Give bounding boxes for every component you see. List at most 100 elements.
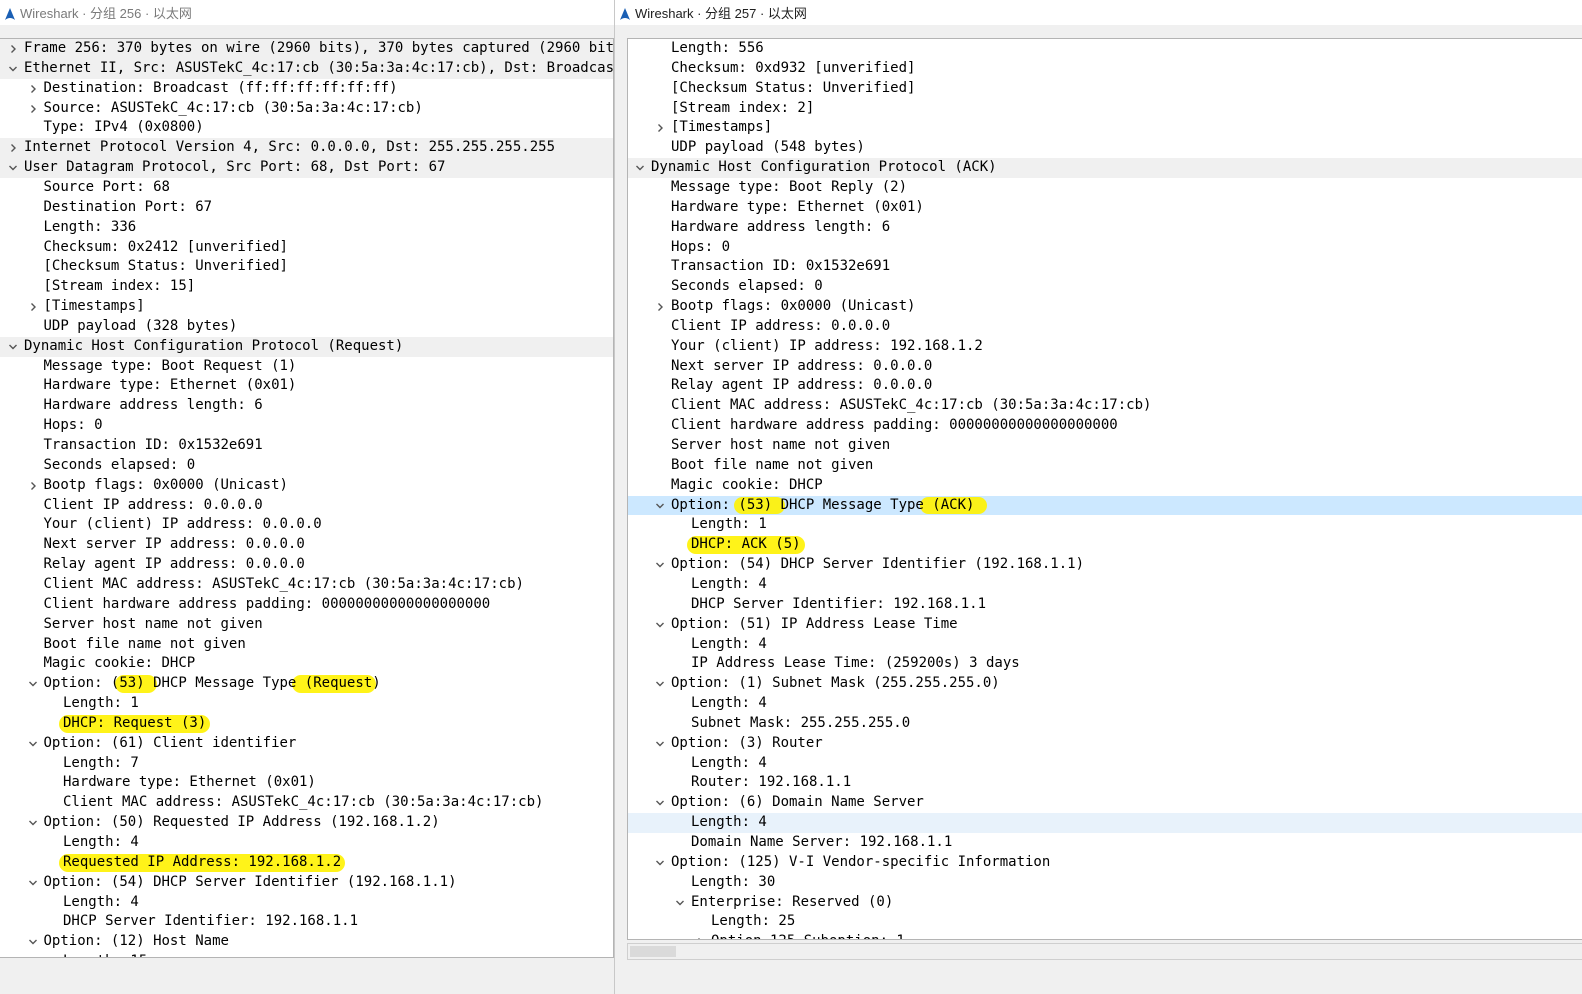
tree-row[interactable]: DHCP Server Identifier: 192.168.1.1	[628, 595, 1582, 615]
tree-row[interactable]: Server host name not given	[628, 436, 1582, 456]
protocol-header-row[interactable]: Dynamic Host Configuration Protocol (ACK…	[628, 158, 1582, 178]
tree-row[interactable]: Domain Name Server: 192.168.1.1	[628, 833, 1582, 853]
protocol-header-row[interactable]: Dynamic Host Configuration Protocol (Req…	[0, 336, 613, 357]
tree-row[interactable]: Client MAC address: ASUSTekC_4c:17:cb (3…	[628, 396, 1582, 416]
tree-row[interactable]: Router: 192.168.1.1	[628, 773, 1582, 793]
tree-row[interactable]: Next server IP address: 0.0.0.0	[0, 535, 613, 555]
tree-row[interactable]: Option: (125) V-I Vendor-specific Inform…	[628, 853, 1582, 873]
tree-row[interactable]: Length: 336	[0, 218, 613, 238]
tree-row[interactable]: Relay agent IP address: 0.0.0.0	[628, 376, 1582, 396]
tree-row[interactable]: Relay agent IP address: 0.0.0.0	[0, 555, 613, 575]
tree-row[interactable]: Option: (3) Router	[628, 734, 1582, 754]
tree-row[interactable]: Length: 4	[628, 754, 1582, 774]
tree-row[interactable]: Hops: 0	[628, 238, 1582, 258]
tree-row[interactable]: Message type: Boot Request (1)	[0, 357, 613, 377]
protocol-header-row[interactable]: Ethernet II, Src: ASUSTekC_4c:17:cb (30:…	[0, 58, 613, 79]
tree-row[interactable]: Client hardware address padding: 0000000…	[628, 416, 1582, 436]
tree-row[interactable]: DHCP: Request (3)	[0, 714, 613, 734]
tree-row[interactable]: Magic cookie: DHCP	[628, 476, 1582, 496]
scrollbar-thumb[interactable]	[630, 946, 676, 957]
chevron-right-icon[interactable]	[655, 297, 665, 317]
tree-row[interactable]: Requested IP Address: 192.168.1.2	[0, 853, 613, 873]
tree-row[interactable]: [Timestamps]	[628, 118, 1582, 138]
tree-row[interactable]: Destination: Broadcast (ff:ff:ff:ff:ff:f…	[0, 79, 613, 99]
tree-row[interactable]: Client MAC address: ASUSTekC_4c:17:cb (3…	[0, 793, 613, 813]
tree-row[interactable]: Transaction ID: 0x1532e691	[0, 436, 613, 456]
tree-row[interactable]: Hardware address length: 6	[0, 396, 613, 416]
tree-row[interactable]: Hardware type: Ethernet (0x01)	[0, 376, 613, 396]
chevron-down-icon[interactable]	[655, 496, 665, 516]
tree-row[interactable]: Hardware address length: 6	[628, 218, 1582, 238]
tree-row[interactable]: Length: 4	[0, 833, 613, 853]
tree-row[interactable]: Option: (54) DHCP Server Identifier (192…	[628, 555, 1582, 575]
chevron-right-icon[interactable]	[28, 476, 38, 496]
tree-row[interactable]: Your (client) IP address: 192.168.1.2	[628, 337, 1582, 357]
tree-row[interactable]: Length: 4	[628, 575, 1582, 595]
tree-row[interactable]: Server host name not given	[0, 615, 613, 635]
tree-row[interactable]: Enterprise: Reserved (0)	[628, 893, 1582, 913]
tree-row[interactable]: Hardware type: Ethernet (0x01)	[0, 773, 613, 793]
tree-row[interactable]: [Checksum Status: Unverified]	[628, 79, 1582, 99]
chevron-right-icon[interactable]	[28, 297, 38, 317]
tree-row[interactable]: Length: 4	[0, 893, 613, 913]
tree-row[interactable]: Option: (1) Subnet Mask (255.255.255.0)	[628, 674, 1582, 694]
tree-row[interactable]: Client IP address: 0.0.0.0	[628, 317, 1582, 337]
tree-row[interactable]: DHCP: ACK (5)	[628, 535, 1582, 555]
tree-row[interactable]: Length: 15	[0, 952, 613, 957]
tree-row[interactable]: Length: 1	[628, 515, 1582, 535]
chevron-right-icon[interactable]	[28, 79, 38, 99]
tree-row[interactable]: Bootp flags: 0x0000 (Unicast)	[628, 297, 1582, 317]
tree-row[interactable]: Destination Port: 67	[0, 198, 613, 218]
tree-row[interactable]: [Checksum Status: Unverified]	[0, 257, 613, 277]
tree-row[interactable]: Length: 1	[0, 694, 613, 714]
tree-row[interactable]: UDP payload (328 bytes)	[0, 317, 613, 337]
tree-row[interactable]: Option: (54) DHCP Server Identifier (192…	[0, 873, 613, 893]
tree-row[interactable]: Option: (50) Requested IP Address (192.1…	[0, 813, 613, 833]
tree-row[interactable]: [Timestamps]	[0, 297, 613, 317]
chevron-down-icon[interactable]	[635, 158, 645, 178]
tree-row[interactable]: Checksum: 0x2412 [unverified]	[0, 238, 613, 258]
tree-row[interactable]: Length: 4	[628, 635, 1582, 655]
tree-row[interactable]: Boot file name not given	[0, 635, 613, 655]
chevron-down-icon[interactable]	[655, 615, 665, 635]
protocol-header-row[interactable]: Frame 256: 370 bytes on wire (2960 bits)…	[0, 39, 613, 59]
tree-row[interactable]: [Stream index: 15]	[0, 277, 613, 297]
tree-row[interactable]: Next server IP address: 0.0.0.0	[628, 357, 1582, 377]
horizontal-scrollbar[interactable]	[627, 943, 1582, 960]
tree-row[interactable]: Seconds elapsed: 0	[0, 456, 613, 476]
chevron-down-icon[interactable]	[655, 674, 665, 694]
tree-row[interactable]: Hardware type: Ethernet (0x01)	[628, 198, 1582, 218]
tree-row[interactable]: Length: 4	[628, 813, 1582, 833]
chevron-down-icon[interactable]	[8, 158, 18, 178]
tree-row[interactable]: Option: (51) IP Address Lease Time	[628, 615, 1582, 635]
chevron-down-icon[interactable]	[28, 734, 38, 754]
tree-row[interactable]: Length: 25	[628, 912, 1582, 932]
protocol-header-row[interactable]: User Datagram Protocol, Src Port: 68, Ds…	[0, 158, 613, 178]
chevron-down-icon[interactable]	[655, 734, 665, 754]
tree-row[interactable]: Client hardware address padding: 0000000…	[0, 595, 613, 615]
tree-row[interactable]: Length: 7	[0, 754, 613, 774]
packet-details-tree[interactable]: Length: 556 Checksum: 0xd932 [unverified]…	[627, 38, 1582, 940]
chevron-right-icon[interactable]	[8, 138, 18, 158]
tree-row[interactable]: Seconds elapsed: 0	[628, 277, 1582, 297]
tree-row[interactable]: Bootp flags: 0x0000 (Unicast)	[0, 476, 613, 496]
tree-row[interactable]: Length: 556	[628, 39, 1582, 59]
tree-row[interactable]: Checksum: 0xd932 [unverified]	[628, 59, 1582, 79]
tree-row[interactable]: DHCP Server Identifier: 192.168.1.1	[0, 912, 613, 932]
chevron-down-icon[interactable]	[675, 893, 685, 913]
chevron-down-icon[interactable]	[28, 813, 38, 833]
tree-row[interactable]: Client MAC address: ASUSTekC_4c:17:cb (3…	[0, 575, 613, 595]
tree-row[interactable]: Option: (6) Domain Name Server	[628, 793, 1582, 813]
tree-row[interactable]: Subnet Mask: 255.255.255.0	[628, 714, 1582, 734]
tree-row[interactable]: Magic cookie: DHCP	[0, 654, 613, 674]
tree-row[interactable]: [Stream index: 2]	[628, 99, 1582, 119]
tree-row[interactable]: UDP payload (548 bytes)	[628, 138, 1582, 158]
chevron-right-icon[interactable]	[655, 118, 665, 138]
chevron-right-icon[interactable]	[28, 99, 38, 119]
tree-row[interactable]: Your (client) IP address: 0.0.0.0	[0, 515, 613, 535]
tree-row[interactable]: Option: (61) Client identifier	[0, 734, 613, 754]
tree-row[interactable]: IP Address Lease Time: (259200s) 3 days	[628, 654, 1582, 674]
tree-row[interactable]: Source: ASUSTekC_4c:17:cb (30:5a:3a:4c:1…	[0, 99, 613, 119]
chevron-down-icon[interactable]	[28, 674, 38, 694]
tree-row[interactable]: Option: (53) DHCP Message Type (Request)	[0, 674, 613, 694]
